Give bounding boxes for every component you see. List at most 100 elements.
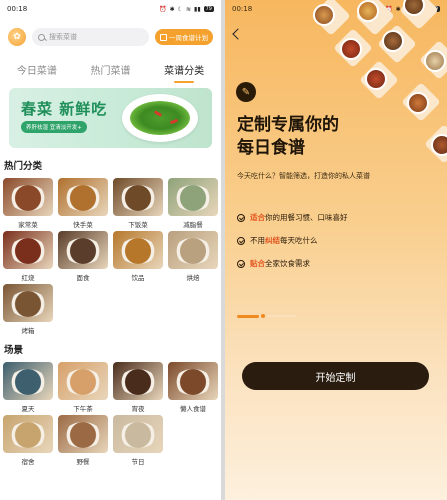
hot-category-label: 快手菜	[73, 221, 93, 229]
progress-active-segment	[237, 314, 259, 318]
signal-icon: ▮▮	[194, 5, 201, 13]
hot-category-item[interactable]: 面食	[58, 231, 108, 282]
search-placeholder: 搜索菜谱	[49, 33, 77, 41]
scene-category-image	[113, 415, 163, 453]
recipe-category-screen: 00:18 ⏰ ✱ ☾ ≋ ▮▮ 79 ✿ 搜索菜谱 一周食谱计划 今日菜谱 热…	[0, 0, 221, 500]
dish-shape	[119, 368, 157, 395]
scene-category-label: 宿舍	[21, 458, 35, 466]
scene-category-item[interactable]: 懒人食谱	[168, 362, 218, 413]
scene-category-image	[3, 362, 53, 400]
tab-recipe-categories[interactable]: 菜谱分类	[162, 58, 206, 81]
progress-dot	[261, 314, 265, 318]
scene-category-item[interactable]: 宿舍	[3, 415, 53, 466]
hot-categories-title: 热门分类	[4, 161, 43, 172]
dish-shape	[9, 237, 47, 264]
alarm-icon: ⏰	[159, 5, 167, 13]
feature-item: 贴合 全家饮食需求	[237, 258, 348, 269]
hot-category-item[interactable]: 红烧	[3, 231, 53, 282]
weekly-plan-button[interactable]: 一周食谱计划	[155, 29, 213, 45]
progress-inactive-segment	[267, 315, 297, 317]
scene-category-label: 节日	[131, 458, 145, 466]
scene-category-item[interactable]: 下午茶	[58, 362, 108, 413]
dish-shape	[174, 184, 212, 211]
feature-list: 适合 你的用餐习惯、口味喜好 不用 纠结 每天吃什么 贴合 全家饮食需求	[237, 212, 348, 281]
hot-category-image	[3, 284, 53, 322]
dish-image	[431, 134, 447, 156]
hot-category-item[interactable]: 快手菜	[58, 178, 108, 229]
moon-icon: ☾	[177, 5, 183, 13]
scene-category-label: 野餐	[76, 458, 90, 466]
dish-image	[365, 68, 387, 90]
hot-category-item[interactable]: 下饭菜	[113, 178, 163, 229]
hot-category-item[interactable]: 减脂餐	[168, 178, 218, 229]
feature-item: 适合 你的用餐习惯、口味喜好	[237, 212, 348, 223]
onboarding-subtitle: 今天吃什么？智能筛选，打造你的私人菜谱	[237, 172, 370, 180]
app-logo-icon[interactable]: ✿	[8, 28, 26, 46]
battery-icon: 79	[203, 6, 214, 12]
top-bar: ✿ 搜索菜谱 一周食谱计划	[0, 18, 221, 56]
dish-shape	[9, 368, 47, 395]
scene-category-label: 懒人食谱	[180, 405, 206, 413]
scene-category-image	[58, 362, 108, 400]
hot-category-image	[3, 178, 53, 216]
tab-bar: 今日菜谱 热门菜谱 菜谱分类	[0, 56, 221, 82]
hot-category-label: 烘焙	[186, 274, 200, 282]
search-input[interactable]: 搜索菜谱	[32, 28, 149, 46]
scene-category-item[interactable]: 宵夜	[113, 362, 163, 413]
hot-category-image	[58, 178, 108, 216]
dish-shape	[64, 237, 102, 264]
check-circle-icon	[237, 236, 245, 245]
back-arrow-icon[interactable]	[232, 28, 244, 40]
hot-category-item[interactable]: 烘焙	[168, 231, 218, 282]
scene-category-image	[3, 415, 53, 453]
onboarding-progress	[237, 314, 297, 318]
scene-category-label: 夏天	[21, 405, 35, 413]
wifi-icon: ≋	[185, 5, 192, 13]
dish-image	[340, 38, 362, 60]
dish-image	[313, 4, 335, 26]
hot-category-item[interactable]: 烤箱	[3, 284, 53, 335]
dish-shape	[119, 421, 157, 448]
dish-shape	[174, 368, 212, 395]
tab-hot-recipes[interactable]: 热门菜谱	[88, 58, 132, 81]
dish-shape	[9, 421, 47, 448]
scene-category-image	[58, 415, 108, 453]
feature-prefix: 不用	[250, 236, 265, 245]
dish-shape	[64, 421, 102, 448]
feature-text: 你的用餐习惯、口味喜好	[265, 213, 348, 222]
feature-highlight: 纠结	[265, 236, 280, 245]
dish-shape	[174, 237, 212, 264]
hot-category-label: 面食	[76, 274, 90, 282]
check-circle-icon	[237, 259, 245, 268]
dish-shape	[9, 290, 47, 317]
weekly-plan-label: 一周食谱计划	[169, 34, 208, 42]
dish-shape	[119, 237, 157, 264]
hot-category-label: 家常菜	[18, 221, 38, 229]
status-time: 00:18	[232, 5, 253, 13]
hot-category-item[interactable]: 饮品	[113, 231, 163, 282]
scene-category-item[interactable]: 夏天	[3, 362, 53, 413]
hot-category-label: 下饭菜	[128, 221, 148, 229]
tab-today-recipes[interactable]: 今日菜谱	[15, 58, 59, 81]
banner-subtitle: 养肝祛湿 宜清淡开发+	[21, 121, 87, 133]
status-icons: ⏰ ✱ ☾ ≋ ▮▮ 79	[159, 6, 214, 13]
scene-category-item[interactable]: 野餐	[58, 415, 108, 466]
hot-category-label: 烤箱	[21, 327, 35, 335]
start-customize-button[interactable]: 开始定制	[242, 362, 429, 390]
hot-category-image	[3, 231, 53, 269]
title-line-2: 每日食谱	[237, 138, 305, 158]
onboarding-title: 定制专属你的 每日食谱	[237, 114, 339, 160]
hot-category-label: 饮品	[131, 274, 145, 282]
scenes-grid: 夏天 下午茶 宵夜 懒人食谱宿舍 野餐 节日	[0, 362, 221, 466]
utensils-icon: ✎	[236, 82, 256, 102]
search-icon	[38, 33, 45, 41]
title-line-1: 定制专属你的	[237, 115, 339, 135]
scene-category-item[interactable]: 节日	[113, 415, 163, 466]
scenes-title: 场景	[4, 345, 24, 356]
dish-shape	[9, 184, 47, 211]
hot-category-image	[168, 178, 218, 216]
hot-category-item[interactable]: 家常菜	[3, 178, 53, 229]
promo-banner[interactable]: 春菜 新鲜吃 养肝祛湿 宜清淡开发+	[9, 88, 212, 148]
hot-categories-grid: 家常菜 快手菜 下饭菜 减脂餐红烧 面食 饮品 烘焙烤箱	[0, 178, 221, 335]
hot-category-image	[168, 231, 218, 269]
